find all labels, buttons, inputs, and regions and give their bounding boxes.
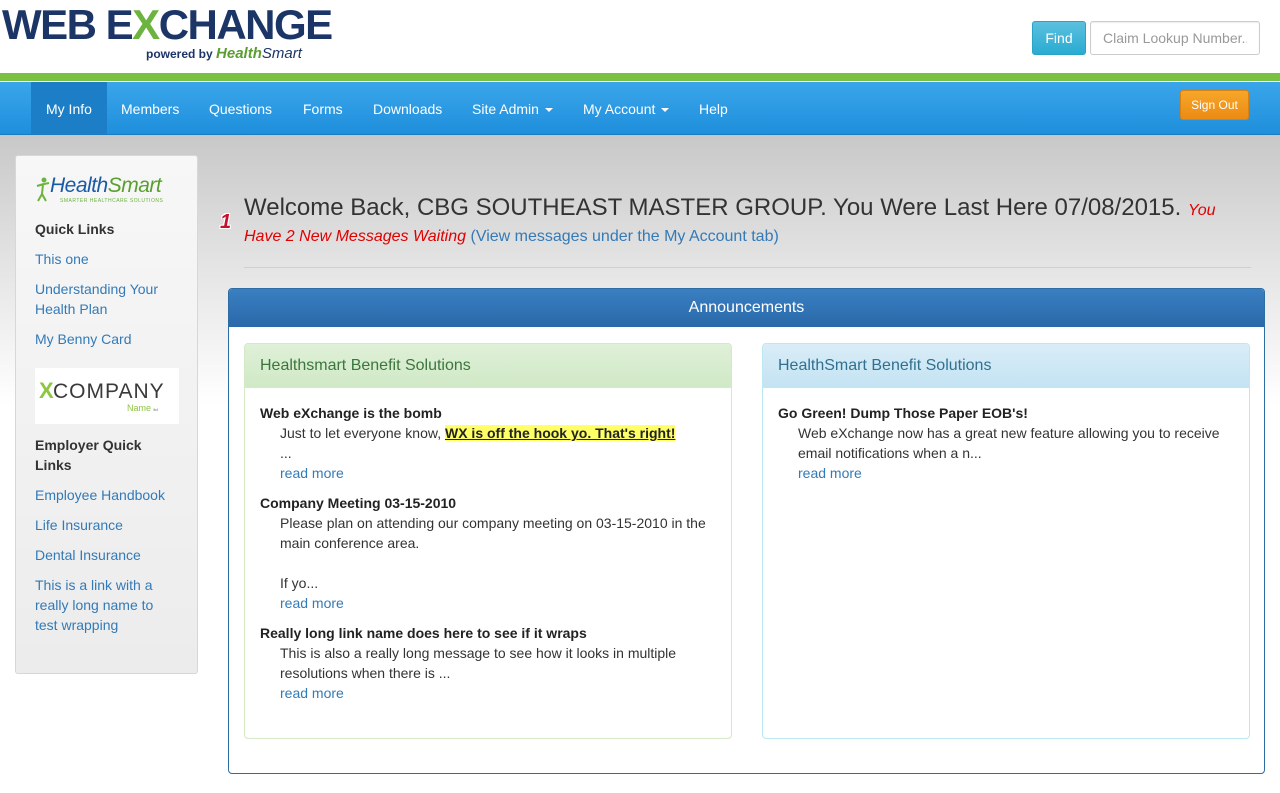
- card-title: HealthSmart Benefit Solutions: [763, 344, 1249, 388]
- healthsmart-logo: HealthSmart SMARTER HEALTHCARE SOLUTIONS: [36, 174, 181, 206]
- main-navbar: My Info Members Questions Forms Download…: [0, 82, 1280, 135]
- read-more-link[interactable]: read more: [280, 683, 344, 703]
- highlighted-text: WX is off the hook yo. That's right!: [444, 425, 676, 441]
- announcement-body-tail: ...: [280, 445, 292, 461]
- page-header: WEB EXCHANGE powered by HealthSmart Find: [0, 0, 1280, 73]
- view-messages-link[interactable]: (View messages under the My Account tab): [470, 228, 778, 245]
- employer-link-handbook[interactable]: Employee Handbook: [35, 485, 185, 505]
- new-messages-alert: Have 2 New Messages Waiting: [244, 228, 467, 245]
- announcement-body-tail: If yo...: [280, 575, 319, 591]
- divider: [244, 267, 1251, 268]
- company-logo: X COMPANY Name ltd: [35, 368, 179, 424]
- nav-my-info[interactable]: My Info: [31, 82, 107, 134]
- caret-down-icon: [544, 108, 553, 113]
- announcement-body: Please plan on attending our company mee…: [280, 515, 706, 551]
- logo-wordmark: WEB EXCHANGE: [2, 1, 333, 48]
- employer-link-long-name[interactable]: This is a link with a really long name t…: [35, 575, 165, 635]
- announcement-card-left: Healthsmart Benefit Solutions Web eXchan…: [244, 343, 732, 739]
- announcement-title: Really long link name does here to see i…: [260, 625, 587, 641]
- new-messages-alert-part1: You: [1187, 202, 1216, 219]
- announcement-body: Web eXchange now has a great new feature…: [798, 425, 1220, 461]
- powered-by-healthsmart: powered by HealthSmart: [146, 45, 302, 62]
- employer-link-life-insurance[interactable]: Life Insurance: [35, 515, 185, 535]
- announcements-title: Announcements: [229, 289, 1264, 327]
- find-button[interactable]: Find: [1032, 21, 1086, 55]
- nav-downloads[interactable]: Downloads: [358, 82, 457, 134]
- announcement-body: Just to let everyone know, WX is off the…: [280, 425, 676, 441]
- quick-link-benny-card[interactable]: My Benny Card: [35, 329, 185, 349]
- sign-out-button[interactable]: Sign Out: [1180, 90, 1249, 120]
- claim-lookup-input[interactable]: [1090, 21, 1260, 55]
- read-more-link[interactable]: read more: [280, 593, 344, 613]
- nav-my-account[interactable]: My Account: [568, 82, 684, 134]
- announcement-body: This is also a really long message to se…: [280, 645, 677, 681]
- caret-down-icon: [661, 108, 670, 113]
- card-title: Healthsmart Benefit Solutions: [245, 344, 731, 388]
- announcement-title: Company Meeting 03-15-2010: [260, 495, 457, 511]
- nav-site-admin-label: Site Admin: [472, 101, 539, 117]
- quick-link-this-one[interactable]: This one: [35, 249, 185, 269]
- nav-forms[interactable]: Forms: [288, 82, 358, 134]
- announcement-title: Web eXchange is the bomb: [260, 405, 442, 421]
- nav-questions[interactable]: Questions: [194, 82, 287, 134]
- read-more-link[interactable]: read more: [798, 463, 862, 483]
- healthsmart-figure-icon: [36, 177, 50, 202]
- nav-members[interactable]: Members: [106, 82, 194, 134]
- nav-my-account-label: My Account: [583, 101, 656, 117]
- employer-link-dental-insurance[interactable]: Dental Insurance: [35, 545, 185, 565]
- announcements-panel: Announcements Healthsmart Benefit Soluti…: [228, 288, 1265, 774]
- quick-links-heading: Quick Links: [35, 221, 115, 237]
- read-more-link[interactable]: read more: [280, 463, 344, 483]
- callout-marker-1: 1: [220, 211, 232, 233]
- announcement-card-right: HealthSmart Benefit Solutions Go Green! …: [762, 343, 1250, 739]
- quick-link-understanding-plan[interactable]: Understanding Your Health Plan: [35, 279, 185, 319]
- welcome-message: Welcome Back, CBG SOUTHEAST MASTER GROUP…: [244, 194, 1216, 221]
- employer-quick-links-heading: Employer Quick Links: [35, 437, 142, 473]
- header-accent-bar: [0, 73, 1280, 81]
- webexchange-logo[interactable]: WEB EXCHANGE powered by HealthSmart: [2, 1, 333, 70]
- welcome-messages-line: Have 2 New Messages Waiting (View messag…: [244, 228, 779, 246]
- sidebar: HealthSmart SMARTER HEALTHCARE SOLUTIONS…: [15, 155, 198, 674]
- nav-site-admin[interactable]: Site Admin: [457, 82, 568, 134]
- nav-help[interactable]: Help: [684, 82, 743, 134]
- announcement-title: Go Green! Dump Those Paper EOB's!: [778, 405, 1028, 421]
